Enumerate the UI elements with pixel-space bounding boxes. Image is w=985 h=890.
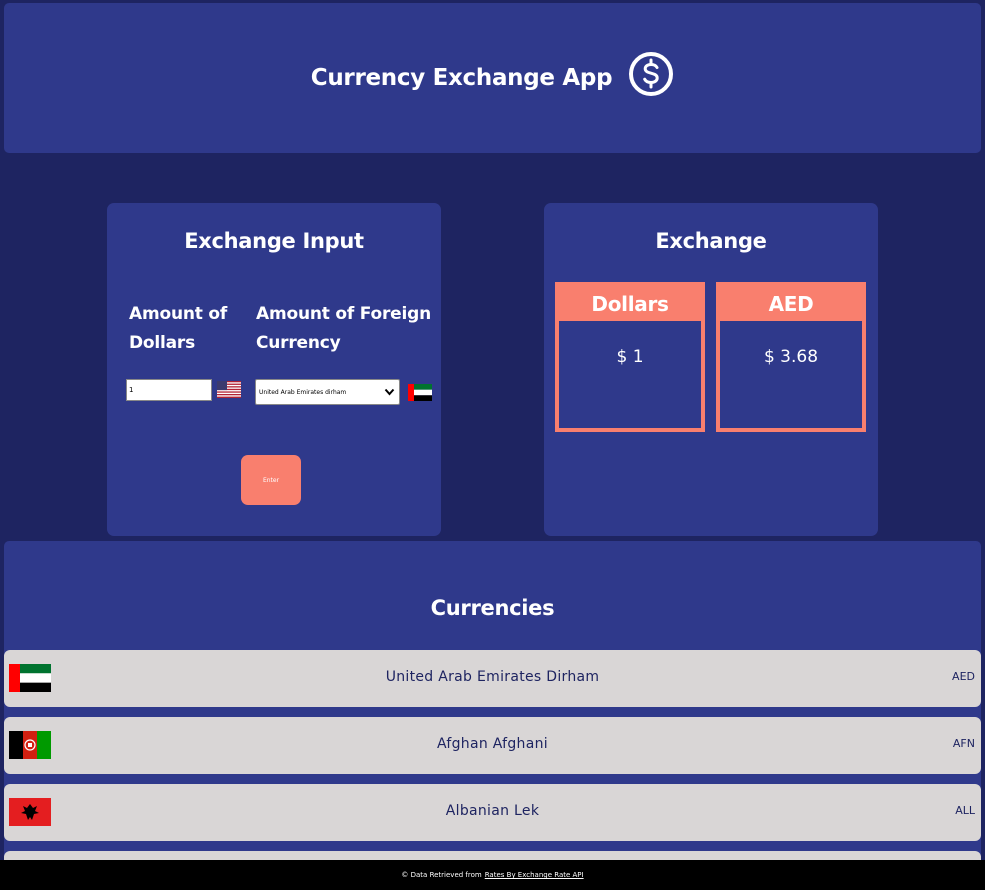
currency-name: United Arab Emirates Dirham: [385, 669, 600, 685]
currencies-section: Currencies United Arab Emirates Dirham A…: [4, 541, 981, 890]
uae-flag-icon: [408, 384, 432, 401]
exchange-title: Exchange: [655, 229, 767, 253]
amount-input[interactable]: [126, 379, 212, 401]
exchange-input-title: Exchange Input: [184, 229, 364, 253]
footer-api-link[interactable]: Rates By Exchange Rate API: [485, 871, 584, 879]
foreign-card: AED $ 3.68: [716, 282, 866, 432]
selected-currency: United Arab Emirates dirham: [259, 388, 347, 396]
currency-code: ALL: [955, 804, 975, 817]
dollars-card-heading: Dollars: [559, 286, 701, 321]
foreign-currency-label: Amount of Foreign Currency: [256, 304, 432, 353]
foreign-card-heading: AED: [720, 286, 862, 321]
currencies-title: Currencies: [430, 596, 555, 620]
chevron-down-icon: [384, 388, 395, 396]
foreign-card-value: $ 3.68: [763, 347, 819, 367]
dollars-label: Amount of Dollars: [129, 304, 228, 353]
currency-select[interactable]: United Arab Emirates dirham: [255, 379, 400, 405]
currency-name: Afghan Afghani: [437, 736, 548, 752]
footer-text: © Data Retrieved from: [401, 871, 482, 879]
exchange-panel: Exchange Dollars $ 1 AED $ 3.68: [544, 203, 878, 536]
page-title: Currency Exchange App: [310, 65, 613, 91]
currency-name: Albanian Lek: [445, 803, 540, 819]
currency-code: AED: [952, 670, 975, 683]
us-flag-icon: [217, 381, 241, 398]
list-item[interactable]: Afghan Afghani AFN: [4, 717, 981, 774]
list-item[interactable]: Albanian Lek ALL: [4, 784, 981, 841]
footer: © Data Retrieved from Rates By Exchange …: [0, 860, 985, 890]
app-header: Currency Exchange App: [4, 3, 981, 153]
dollars-card: Dollars $ 1: [555, 282, 705, 432]
exchange-input-panel: Exchange Input Amount of Dollars Amount …: [107, 203, 441, 536]
enter-button[interactable]: Enter: [241, 455, 301, 505]
currency-code: AFN: [952, 737, 975, 750]
dollars-card-value: $ 1: [616, 347, 644, 367]
list-item[interactable]: United Arab Emirates Dirham AED: [4, 650, 981, 707]
dollar-circle-icon: [629, 52, 674, 96]
